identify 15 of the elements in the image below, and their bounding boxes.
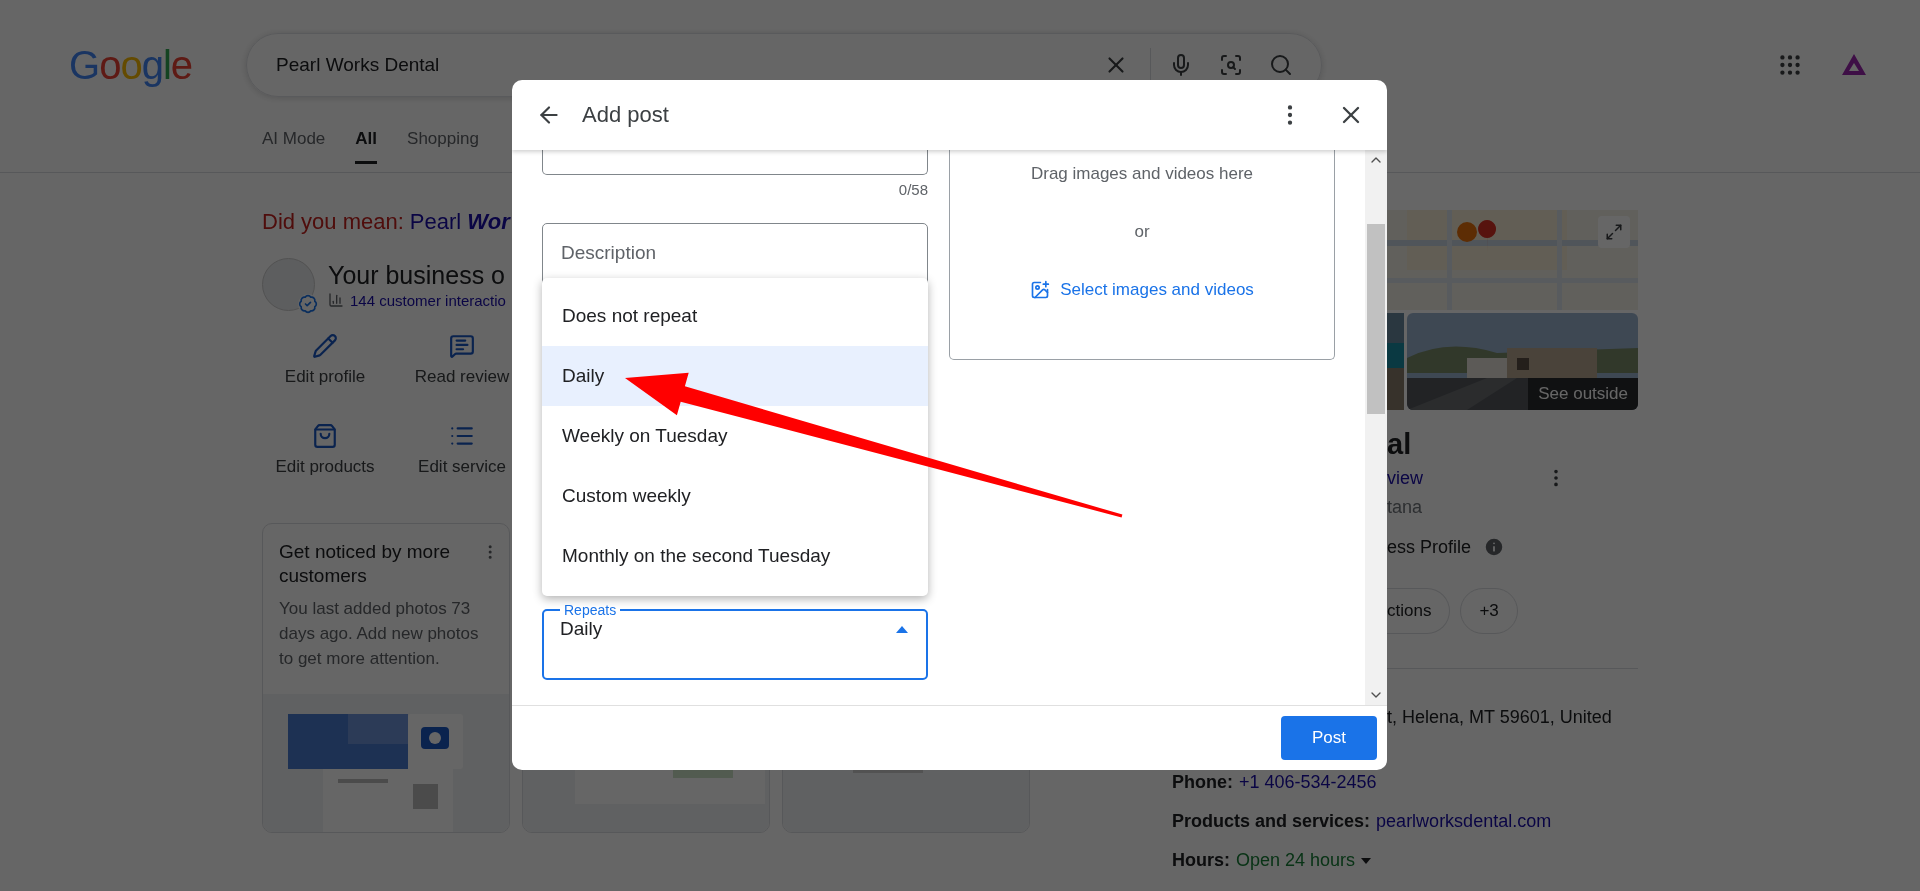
drop-hint: Drag images and videos here bbox=[1030, 164, 1254, 184]
hours-label: Hours: bbox=[1172, 850, 1230, 871]
location-text: tana bbox=[1387, 497, 1424, 518]
did-you-mean-label: Did you mean: bbox=[262, 209, 404, 235]
products-label: Products and services: bbox=[1172, 811, 1371, 832]
profile-label: ess Profile bbox=[1387, 536, 1472, 558]
phone-label: Phone: bbox=[1172, 772, 1233, 793]
or-text: or bbox=[1134, 222, 1150, 242]
card-text: You last added photos 73 days ago. Add new photos to get more attention. bbox=[278, 598, 480, 670]
business-name: al bbox=[1387, 428, 1413, 461]
business-title: Your business o bbox=[328, 260, 506, 290]
character-counter: 0/58 bbox=[898, 181, 928, 198]
dialog-title: Add post bbox=[582, 102, 669, 128]
address-text: t, Helena, MT 59601, United bbox=[1387, 707, 1613, 728]
card-title: Get noticed by more customers bbox=[279, 540, 452, 588]
